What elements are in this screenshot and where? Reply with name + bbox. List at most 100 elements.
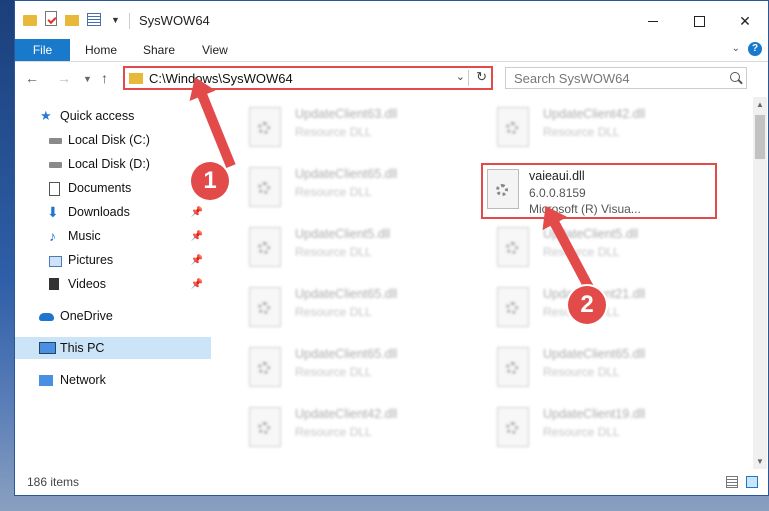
new-folder-icon[interactable]	[65, 15, 79, 26]
details-view-icon[interactable]	[726, 476, 738, 488]
dll-file-icon	[249, 107, 281, 147]
file-name: vaieaui.dll	[529, 169, 585, 183]
scrollbar-thumb[interactable]	[755, 115, 765, 159]
refresh-icon[interactable]: ↻	[476, 69, 487, 85]
chevron-down-icon[interactable]: ⌄	[732, 43, 740, 54]
file-type: Resource DLL	[295, 365, 372, 379]
pin-icon[interactable]: 📌	[191, 202, 203, 224]
tab-file[interactable]: File	[15, 39, 70, 61]
file-explorer-window: ▼ SysWOW64 ✕ File Home Share View ⌄ ? ← …	[14, 0, 769, 496]
list-item[interactable]: UpdateClient5.dll Resource DLL	[249, 227, 479, 277]
file-name: UpdateClient42.dll	[543, 107, 646, 121]
list-item[interactable]: UpdateClient65.dll Resource DLL	[249, 287, 479, 337]
search-icon[interactable]	[730, 72, 740, 82]
status-bar: 186 items	[15, 469, 768, 495]
dll-file-icon	[497, 107, 529, 147]
download-icon: ⬇	[47, 204, 59, 220]
pin-icon[interactable]: 📌	[191, 226, 203, 248]
documents-icon	[49, 182, 60, 196]
pictures-icon	[49, 256, 62, 267]
up-arrow-icon[interactable]: ↑	[101, 70, 108, 86]
tab-share[interactable]: Share	[143, 39, 175, 61]
title-bar: ▼ SysWOW64 ✕	[15, 1, 768, 39]
sidebar-item-pictures[interactable]: Pictures 📌	[15, 249, 211, 271]
sidebar-item-music[interactable]: ♪ Music 📌	[15, 225, 211, 247]
file-type: Resource DLL	[295, 245, 372, 259]
sidebar-item-label: Music	[68, 229, 101, 243]
cloud-icon	[39, 313, 54, 321]
quick-access-toolbar-dropdown-icon[interactable]: ▼	[111, 15, 120, 33]
music-icon: ♪	[49, 228, 56, 244]
list-item[interactable]: UpdateClient19.dll Resource DLL	[497, 407, 727, 457]
dll-file-icon	[249, 227, 281, 267]
sidebar-item-local-disk-d[interactable]: Local Disk (D:)	[15, 153, 211, 175]
dll-file-icon	[249, 347, 281, 387]
list-item[interactable]: UpdateClient42.dll Resource DLL	[249, 407, 479, 457]
chevron-down-icon[interactable]: ⌄	[456, 70, 465, 83]
window-title: SysWOW64	[139, 13, 210, 28]
list-item[interactable]: UpdateClient65.dll Resource DLL	[497, 347, 727, 397]
navigation-bar: ← → ▼ ↑ C:\Windows\SysWOW64 ⌄ ↻ Search S…	[15, 62, 768, 96]
sidebar-item-label: Pictures	[68, 253, 114, 267]
scroll-down-icon[interactable]: ▼	[756, 457, 764, 466]
file-name: UpdateClient5.dll	[295, 227, 391, 241]
file-name: UpdateClient42.dll	[295, 407, 398, 421]
sidebar-item-this-pc[interactable]: This PC	[15, 337, 211, 359]
videos-icon	[49, 278, 59, 290]
pin-icon[interactable]: 📌	[191, 250, 203, 272]
back-arrow-icon[interactable]: ←	[25, 70, 39, 86]
folder-icon[interactable]	[23, 15, 37, 26]
sidebar-item-videos[interactable]: Videos 📌	[15, 273, 211, 295]
close-button[interactable]: ✕	[722, 7, 768, 35]
list-item[interactable]: UpdateClient63.dll Resource DLL	[249, 107, 479, 157]
sidebar-item-label: Local Disk (C:)	[68, 133, 150, 147]
address-bar[interactable]: C:\Windows\SysWOW64 ⌄ ↻	[123, 66, 493, 90]
highlighted-file-item[interactable]: vaieaui.dll 6.0.0.8159 Microsoft (R) Vis…	[481, 163, 717, 219]
sidebar-item-local-disk-c[interactable]: Local Disk (C:)	[15, 129, 211, 151]
vertical-scrollbar[interactable]: ▲ ▼	[753, 97, 767, 469]
tab-view[interactable]: View	[202, 39, 228, 61]
sidebar-item-quick-access[interactable]: ★ Quick access	[15, 105, 211, 127]
list-item[interactable]: UpdateClient42.dll Resource DLL	[497, 107, 727, 157]
large-icons-view-icon[interactable]	[746, 476, 758, 488]
minimize-button[interactable]	[630, 7, 676, 35]
dll-file-icon	[249, 287, 281, 327]
search-input[interactable]: Search SysWOW64	[505, 67, 747, 89]
file-name: UpdateClient65.dll	[295, 347, 398, 361]
sidebar-item-label: Videos	[68, 277, 106, 291]
tab-home[interactable]: Home	[85, 39, 117, 61]
list-item[interactable]: UpdateClient21.dll Resource DLL	[497, 287, 727, 337]
sidebar-item-label: Network	[60, 373, 106, 387]
address-path[interactable]: C:\Windows\SysWOW64	[149, 71, 293, 86]
sidebar-item-network[interactable]: Network	[15, 369, 211, 391]
dll-file-icon	[249, 407, 281, 447]
forward-arrow-icon[interactable]: →	[57, 70, 71, 86]
file-type: Resource DLL	[295, 125, 372, 139]
file-type: Resource DLL	[543, 365, 620, 379]
properties-icon[interactable]	[45, 11, 57, 26]
recent-locations-chevron-icon[interactable]: ▼	[83, 74, 92, 84]
pin-icon[interactable]: 📌	[191, 274, 203, 296]
dll-file-icon	[497, 347, 529, 387]
sidebar-item-onedrive[interactable]: OneDrive	[15, 305, 211, 327]
navigation-pane: ★ Quick access Local Disk (C:) Local Dis…	[15, 97, 211, 469]
callout-1: 1	[191, 162, 229, 200]
list-item[interactable]: UpdateClient65.dll Resource DLL	[249, 167, 479, 217]
dll-file-icon	[249, 167, 281, 207]
list-item[interactable]: UpdateClient5.dll Resource DLL	[497, 227, 727, 277]
drive-icon	[49, 138, 62, 144]
list-item[interactable]: UpdateClient65.dll Resource DLL	[249, 347, 479, 397]
file-type: Resource DLL	[295, 185, 372, 199]
file-name: UpdateClient19.dll	[543, 407, 646, 421]
maximize-button[interactable]	[676, 7, 722, 35]
help-icon[interactable]: ?	[748, 42, 762, 56]
scroll-up-icon[interactable]: ▲	[756, 100, 764, 109]
dll-file-icon	[487, 169, 519, 209]
sidebar-item-label: Downloads	[68, 205, 130, 219]
sidebar-item-documents[interactable]: Documents	[15, 177, 211, 199]
star-icon: ★	[40, 108, 52, 123]
dll-file-icon	[497, 407, 529, 447]
view-options-icon[interactable]	[87, 13, 101, 26]
file-type: Resource DLL	[543, 425, 620, 439]
sidebar-item-downloads[interactable]: ⬇ Downloads 📌	[15, 201, 211, 223]
